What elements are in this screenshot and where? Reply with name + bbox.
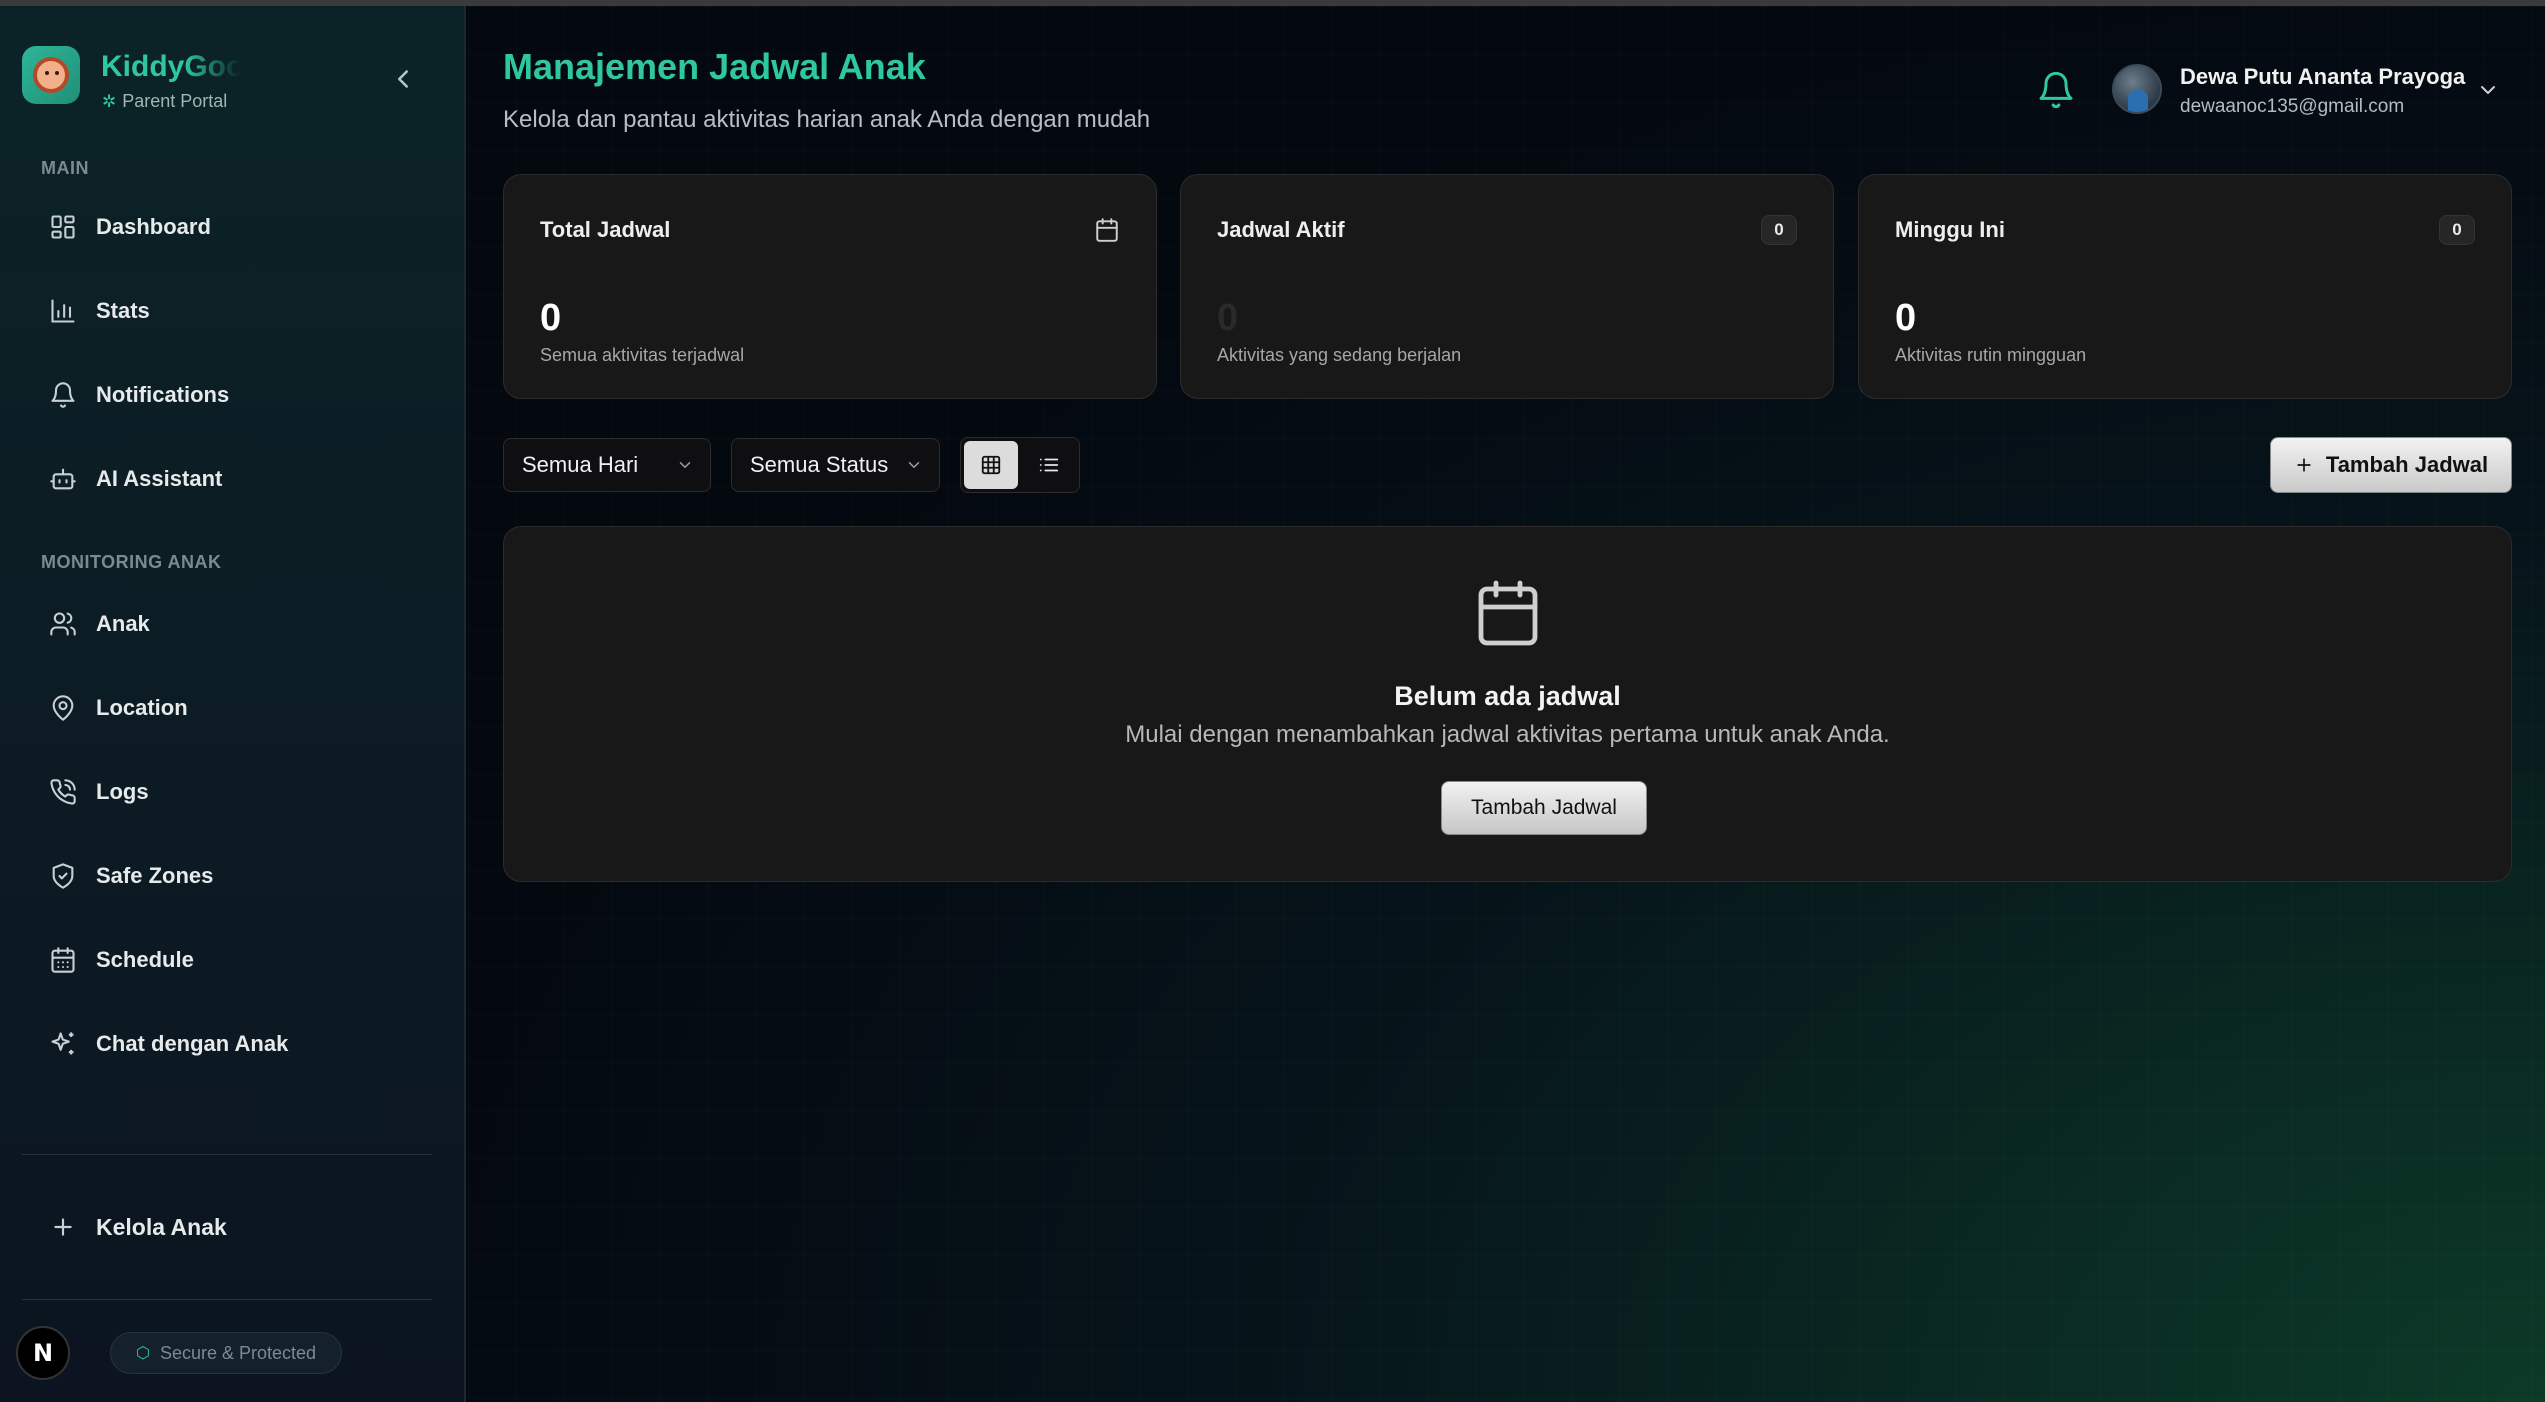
users-icon <box>48 609 78 639</box>
secure-badge: ⬡ Secure & Protected <box>110 1332 342 1374</box>
sidebar-item-safe-zones[interactable]: Safe Zones <box>36 848 436 904</box>
stat-title: Jadwal Aktif <box>1217 217 1345 242</box>
stat-card-active: Jadwal Aktif 0 0 Aktivitas yang sedang b… <box>1180 174 1834 399</box>
sidebar-divider <box>22 1154 432 1155</box>
secure-label: Secure & Protected <box>159 1342 317 1363</box>
sidebar-item-label: Logs <box>96 779 149 804</box>
stat-title: Total Jadwal <box>540 217 671 242</box>
kelola-anak-button[interactable]: Kelola Anak <box>36 1199 436 1255</box>
grid-view-button[interactable] <box>964 441 1018 489</box>
grid-icon <box>981 455 1001 475</box>
sparkle-icon: ✲ <box>102 91 117 111</box>
stat-value: 0 <box>1217 297 1239 339</box>
stat-value: 0 <box>540 297 562 339</box>
empty-state-card: Belum ada jadwal Mulai dengan menambahka… <box>503 526 2512 882</box>
sidebar-item-notifications[interactable]: Notifications <box>36 367 436 423</box>
user-name[interactable]: Dewa Putu Ananta Prayoga <box>2180 64 2465 90</box>
brand-logo <box>22 46 80 104</box>
shield-icon: ⬡ <box>135 1345 150 1362</box>
stat-badge: 0 <box>1761 215 1797 245</box>
chevron-down-icon <box>908 462 920 469</box>
user-email: dewaanoc135@gmail.com <box>2180 96 2405 117</box>
brand[interactable]: KiddyGoo ✲ Parent Portal <box>22 46 422 116</box>
empty-state-description: Mulai dengan menambahkan jadwal aktivita… <box>1125 721 1890 748</box>
bar-chart-icon <box>48 296 78 326</box>
main-content: Manajemen Jadwal Anak Kelola dan pantau … <box>468 6 2545 1402</box>
sidebar-item-chat[interactable]: Chat dengan Anak <box>36 1016 436 1072</box>
bell-icon <box>48 380 78 410</box>
calendar-icon <box>1094 217 1120 243</box>
chevron-down-icon <box>679 462 691 469</box>
sidebar-item-label: Dashboard <box>96 214 211 239</box>
sidebar-item-label: Location <box>96 695 188 720</box>
page-subtitle: Kelola dan pantau aktivitas harian anak … <box>503 106 1151 133</box>
section-label-monitoring: MONITORING ANAK <box>41 552 222 572</box>
sidebar-item-location[interactable]: Location <box>36 680 436 736</box>
page-title: Manajemen Jadwal Anak <box>503 46 926 87</box>
calendar-icon <box>48 945 78 975</box>
kelola-anak-label: Kelola Anak <box>96 1213 227 1240</box>
brand-subtitle-text: Parent Portal <box>122 91 228 111</box>
sidebar-item-label: Chat dengan Anak <box>96 1031 289 1056</box>
list-icon <box>1039 458 1059 472</box>
sidebar-divider <box>22 1299 432 1300</box>
notifications-button[interactable] <box>2036 70 2076 110</box>
sidebar-item-label: Anak <box>96 611 150 636</box>
stat-badge: 0 <box>2439 215 2475 245</box>
sidebar-item-stats[interactable]: Stats <box>36 283 436 339</box>
sidebar-item-label: Schedule <box>96 947 194 972</box>
plus-icon <box>48 1212 78 1242</box>
empty-state-title: Belum ada jadwal <box>1394 681 1621 711</box>
brand-name: KiddyGoo <box>101 50 241 83</box>
view-toggle <box>960 437 1080 493</box>
collapse-sidebar-button[interactable] <box>388 64 418 94</box>
section-label-main: MAIN <box>41 158 89 178</box>
sidebar-item-dashboard[interactable]: Dashboard <box>36 199 436 255</box>
sidebar-item-label: AI Assistant <box>96 466 223 491</box>
sidebar-item-ai-assistant[interactable]: AI Assistant <box>36 451 436 507</box>
sidebar: KiddyGoo ✲ Parent Portal MAIN Dashboard … <box>0 6 466 1402</box>
stat-title: Minggu Ini <box>1895 217 2005 242</box>
add-schedule-label: Tambah Jadwal <box>2325 452 2489 477</box>
devtools-n-icon[interactable]: N <box>16 1326 70 1380</box>
sidebar-item-anak[interactable]: Anak <box>36 596 436 652</box>
day-filter-select[interactable]: Semua Hari <box>503 438 711 492</box>
stat-card-week: Minggu Ini 0 0 Aktivitas rutin mingguan <box>1858 174 2512 399</box>
empty-add-schedule-button[interactable]: Tambah Jadwal <box>1441 781 1647 835</box>
plus-icon <box>2297 458 2311 472</box>
sidebar-item-label: Stats <box>96 298 150 323</box>
dashboard-grid-icon <box>48 212 78 242</box>
phone-call-icon <box>48 777 78 807</box>
sidebar-item-schedule[interactable]: Schedule <box>36 932 436 988</box>
map-pin-icon <box>48 693 78 723</box>
chevron-down-icon <box>2481 86 2495 95</box>
avatar[interactable] <box>2112 64 2162 114</box>
brand-subtitle: ✲ Parent Portal <box>102 91 227 112</box>
stat-value: 0 <box>1895 297 1917 339</box>
sidebar-item-label: Safe Zones <box>96 863 214 888</box>
calendar-icon <box>1472 577 1544 649</box>
user-menu-toggle[interactable] <box>2476 78 2500 102</box>
list-view-button[interactable] <box>1022 441 1076 489</box>
sparkles-icon <box>48 1029 78 1059</box>
shield-check-icon <box>48 861 78 891</box>
bell-icon <box>2039 71 2073 109</box>
day-filter-value: Semua Hari <box>522 452 639 477</box>
chevron-left-icon <box>398 70 408 88</box>
sidebar-item-label: Notifications <box>96 382 230 407</box>
stat-card-total: Total Jadwal 0 Semua aktivitas terjadwal <box>503 174 1157 399</box>
stat-description: Aktivitas yang sedang berjalan <box>1217 345 1462 365</box>
sidebar-item-logs[interactable]: Logs <box>36 764 436 820</box>
add-schedule-button[interactable]: Tambah Jadwal <box>2270 437 2512 493</box>
status-filter-value: Semua Status <box>750 452 889 477</box>
bot-icon <box>48 464 78 494</box>
stat-description: Semua aktivitas terjadwal <box>540 345 745 365</box>
stat-description: Aktivitas rutin mingguan <box>1895 345 2087 365</box>
status-filter-select[interactable]: Semua Status <box>731 438 940 492</box>
